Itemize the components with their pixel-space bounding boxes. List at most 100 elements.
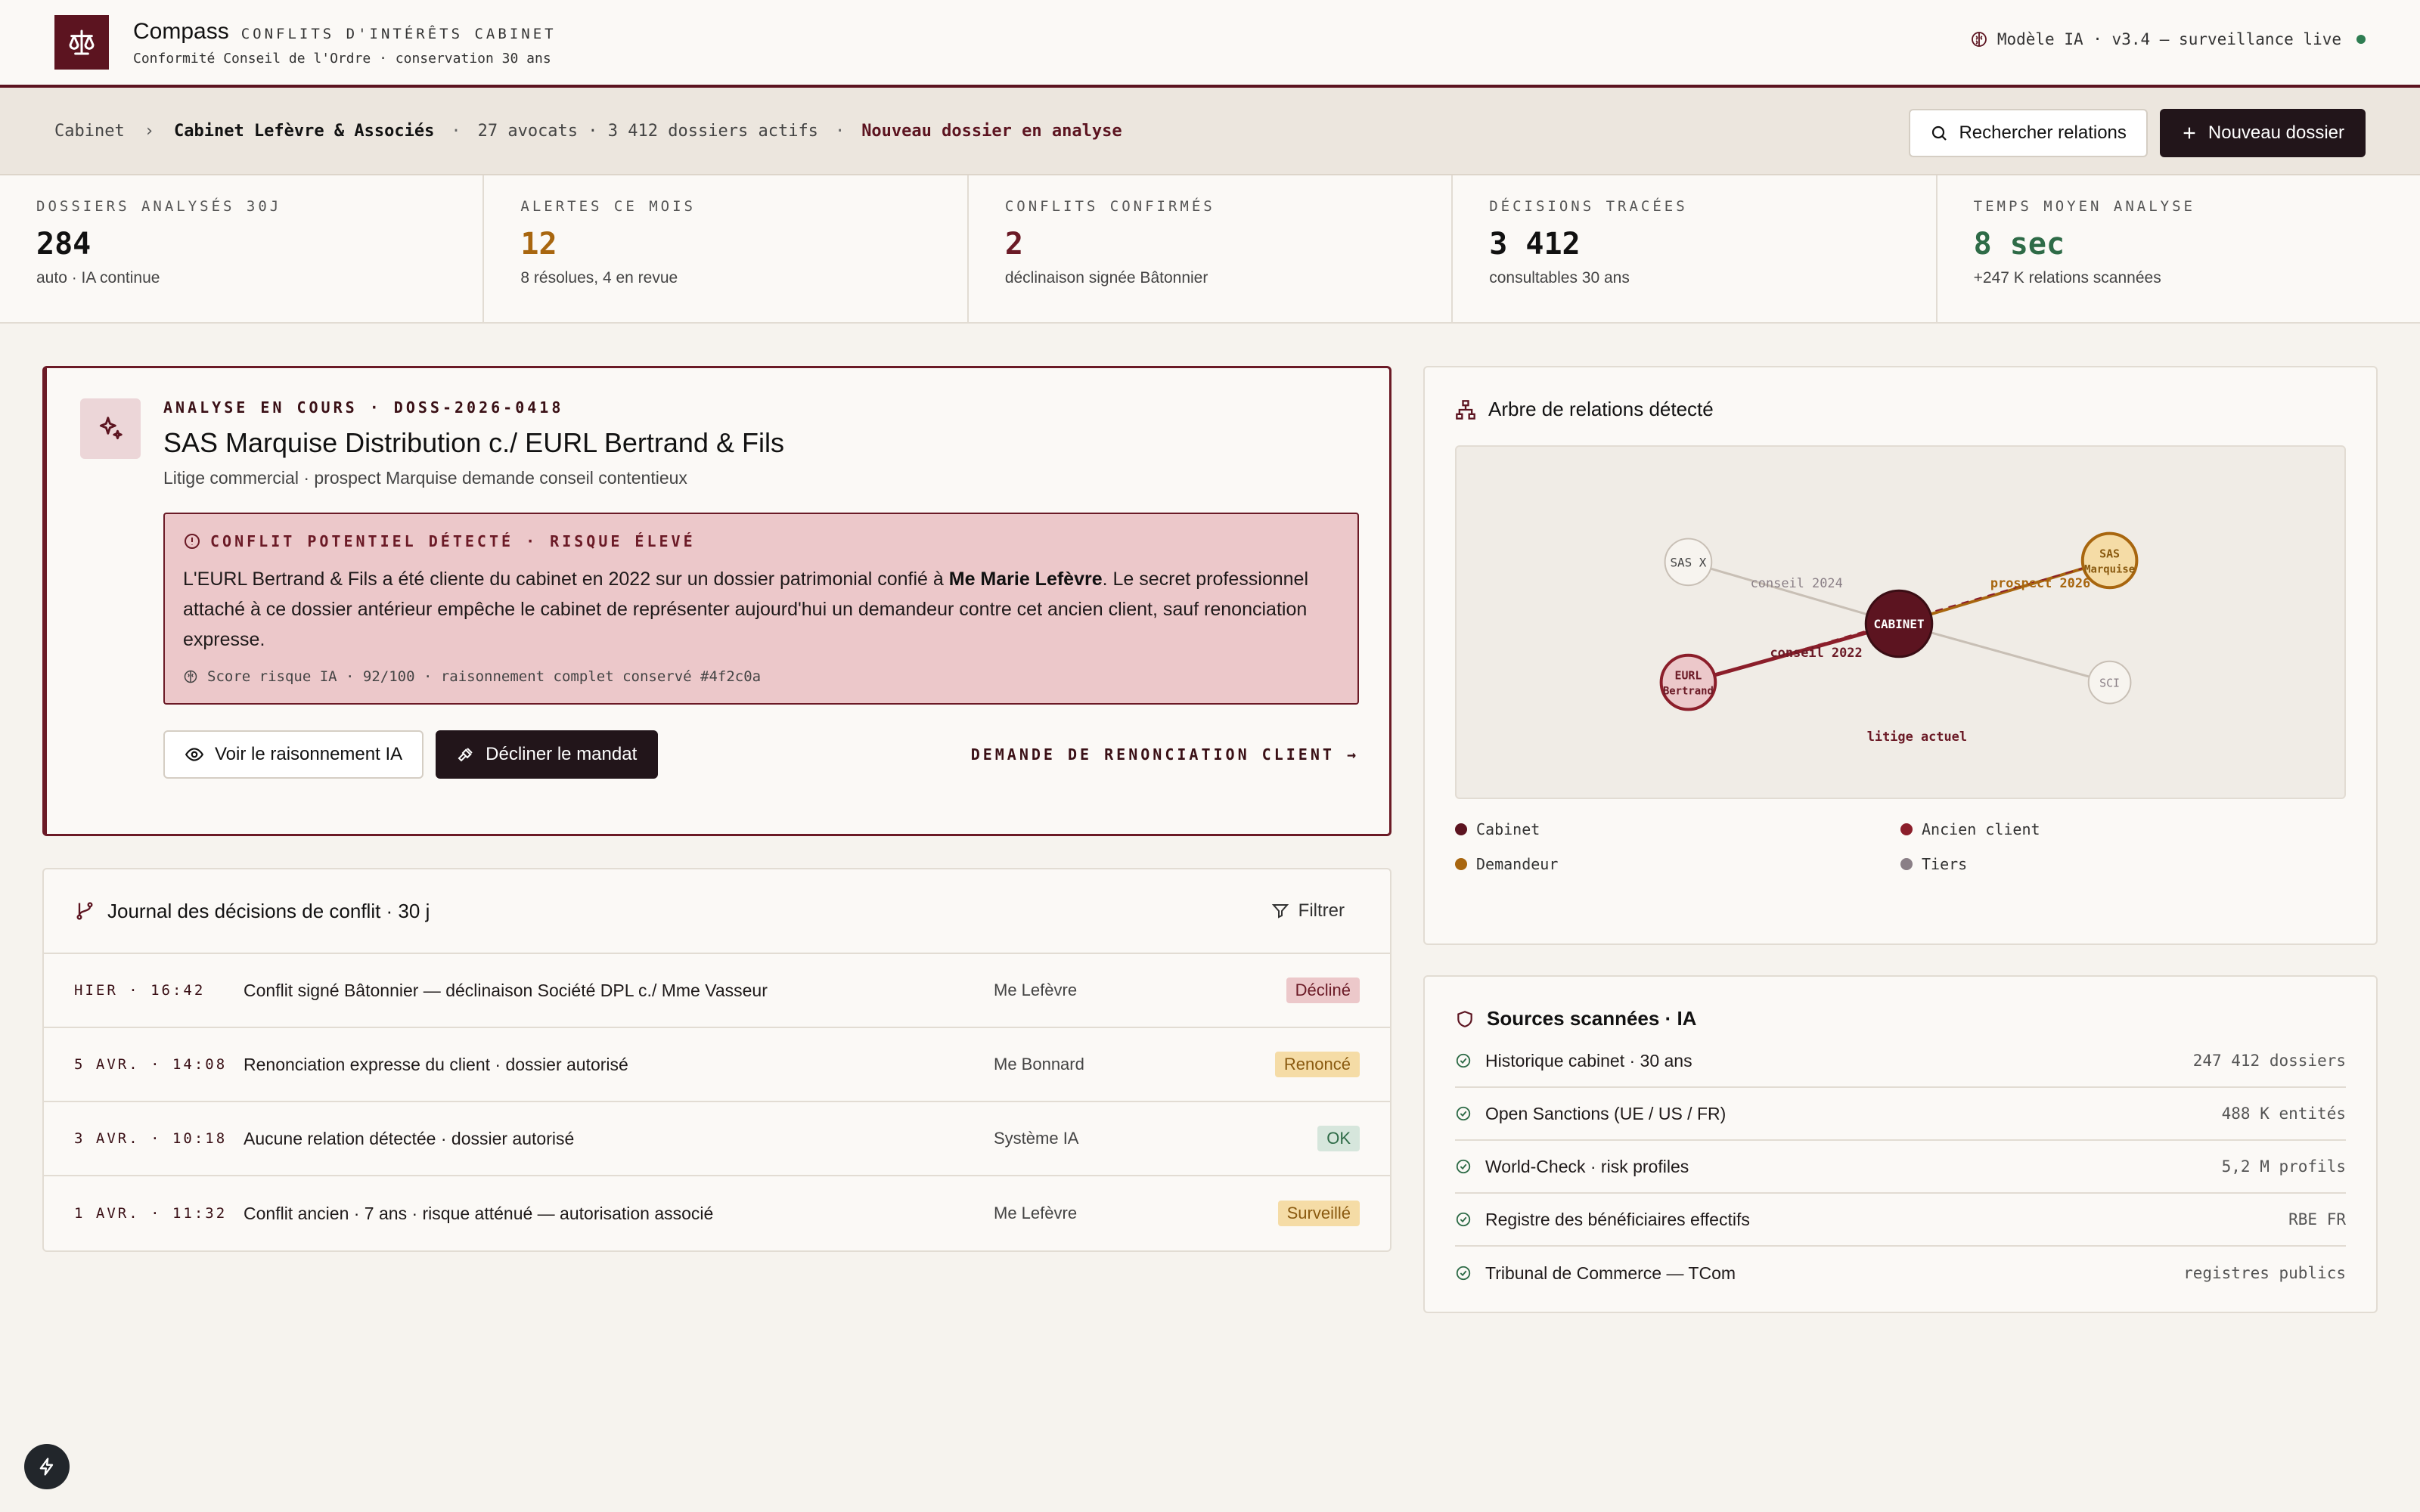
relation-tree-card: Arbre de relations détecté conseil 2024 …: [1423, 366, 2378, 945]
bolt-icon[interactable]: [24, 1444, 70, 1489]
table-row[interactable]: 5 AVR. · 14:08 Renonciation expresse du …: [44, 1028, 1390, 1102]
stat-alertes: ALERTES CE MOIS 12 8 résolues, 4 en revu…: [484, 175, 969, 322]
source-value: 247 412 dossiers: [2192, 1052, 2346, 1070]
brain-icon: [184, 670, 197, 683]
scales-logo-icon: [54, 15, 109, 70]
stat-sub: auto · IA continue: [36, 269, 160, 287]
right-column: Arbre de relations détecté conseil 2024 …: [1423, 366, 2378, 1313]
table-row[interactable]: HIER · 16:42 Conflit signé Bâtonnier — d…: [44, 954, 1390, 1028]
source-row: Historique cabinet · 30 ans 247 412 doss…: [1455, 1035, 2346, 1088]
stat-sub: +247 K relations scannées: [1973, 269, 2161, 287]
conflict-alert: CONFLIT POTENTIEL DÉTECTÉ · RISQUE ÉLEVÉ…: [163, 513, 1359, 705]
node-sas-label-2: Marquise: [2084, 563, 2135, 575]
row-description: Conflit signé Bâtonnier — déclinaison So…: [244, 980, 768, 1000]
row-author: Me Lefèvre: [994, 981, 1078, 999]
node-sasx-label: SAS X: [1670, 555, 1706, 569]
journal-title: Journal des décisions de conflit · 30 j: [107, 899, 430, 922]
check-circle-icon: [1456, 1106, 1471, 1121]
legend-label: Cabinet: [1476, 820, 1540, 838]
separator-dot: ·: [451, 121, 461, 141]
alert-header: CONFLIT POTENTIEL DÉTECTÉ · RISQUE ÉLEVÉ: [183, 532, 1339, 550]
source-row: Open Sanctions (UE / US / FR) 488 K enti…: [1455, 1088, 2346, 1141]
source-value: registres publics: [2183, 1264, 2346, 1282]
filter-button[interactable]: Filtrer: [1271, 900, 1345, 922]
legend-item-cabinet: Cabinet: [1455, 820, 1900, 838]
analysis-eyebrow: ANALYSE EN COURS · DOSS-2026-0418: [163, 398, 564, 417]
toolbar-actions: Rechercher relations Nouveau dossier: [1909, 109, 2366, 157]
legend-label: Ancien client: [1922, 820, 2040, 838]
alert-title: CONFLIT POTENTIEL DÉTECTÉ · RISQUE ÉLEVÉ: [210, 532, 696, 550]
edge-label-litige: litige actuel: [1867, 729, 1967, 744]
legend-dot: [1900, 858, 1913, 870]
decline-mandate-label: Décliner le mandat: [486, 744, 638, 764]
edge-label-conseil-2022: conseil 2022: [1770, 645, 1862, 660]
journal-header: Journal des décisions de conflit · 30 j …: [44, 869, 1390, 954]
source-row: Tribunal de Commerce — TCom registres pu…: [1455, 1247, 2346, 1300]
decline-mandate-button[interactable]: Décliner le mandat: [436, 730, 659, 779]
stat-conflits: CONFLITS CONFIRMÉS 2 déclinaison signée …: [969, 175, 1454, 322]
stat-temps: TEMPS MOYEN ANALYSE 8 sec +247 K relatio…: [1938, 175, 2420, 322]
breadcrumb: Cabinet › Cabinet Lefèvre & Associés · 2…: [0, 88, 2420, 175]
search-icon: [1932, 125, 1947, 141]
legend-label: Tiers: [1922, 855, 1968, 873]
table-row[interactable]: 3 AVR. · 10:18 Aucune relation détectée …: [44, 1102, 1390, 1176]
stat-sub: déclinaison signée Bâtonnier: [1004, 269, 1208, 287]
case-title: SAS Marquise Distribution c./ EURL Bertr…: [163, 427, 784, 458]
node-eurl-label: EURL: [1674, 669, 1702, 683]
breadcrumb-meta: 27 avocats · 3 412 dossiers actifs: [477, 121, 818, 141]
source-row: Registre des bénéficiaires effectifs RBE…: [1455, 1194, 2346, 1247]
row-date: 1 AVR. · 11:32: [74, 1205, 228, 1222]
table-row[interactable]: 1 AVR. · 11:32 Conflit ancien · 7 ans · …: [44, 1176, 1390, 1250]
filter-icon: [1271, 904, 1289, 919]
status-badge: Décliné: [1286, 978, 1360, 1003]
stat-sub: consultables 30 ans: [1489, 269, 1630, 287]
stat-value: 284: [36, 227, 92, 262]
alert-text: L'EURL Bertrand & Fils a été cliente du …: [183, 564, 1339, 655]
relation-tree-graph: conseil 2024 prospect 2026 conseil 2022 …: [1659, 531, 2139, 744]
stats-bar: DOSSIERS ANALYSÉS 30J 284 auto · IA cont…: [0, 175, 2420, 324]
risk-score-text: Score risque IA · 92/100 · raisonnement …: [207, 668, 762, 685]
source-value: 5,2 M profils: [2221, 1157, 2346, 1176]
stat-value: 2: [1004, 227, 1023, 262]
legend-item-ancien-client: Ancien client: [1900, 820, 2346, 838]
sources-header: Sources scannées · IA: [1455, 1007, 2346, 1030]
case-subtitle: Litige commercial · prospect Marquise de…: [163, 468, 687, 488]
legend-item-tiers: Tiers: [1900, 855, 2346, 873]
source-row: World-Check · risk profiles 5,2 M profil…: [1455, 1141, 2346, 1194]
row-description: Conflit ancien · 7 ans · risque atténué …: [244, 1203, 714, 1223]
separator-dot: ·: [834, 121, 845, 141]
renunciation-request-link[interactable]: DEMANDE DE RENONCIATION CLIENT →: [971, 745, 1359, 764]
breadcrumb-alert[interactable]: Nouveau dossier en analyse: [861, 122, 1122, 141]
git-branch-icon: [76, 902, 93, 920]
stat-label: DÉCISIONS TRACÉES: [1489, 198, 1688, 215]
app-header: Compass CONFLITS D'INTÉRÊTS CABINET Conf…: [0, 0, 2420, 88]
tree-title: Arbre de relations détecté: [1488, 398, 1714, 420]
eye-icon: [185, 748, 204, 761]
brand-subtitle: Conformité Conseil de l'Ordre · conserva…: [133, 50, 551, 67]
stat-value: 12: [520, 227, 557, 262]
status-badge: Surveillé: [1277, 1201, 1360, 1226]
node-eurl-label-2: Bertrand: [1663, 686, 1714, 698]
search-relations-button[interactable]: Rechercher relations: [1909, 109, 2148, 157]
view-reasoning-button[interactable]: Voir le raisonnement IA: [163, 730, 424, 779]
tree-legend: Cabinet Ancien client Demandeur Tiers: [1455, 820, 2346, 873]
analysis-body: ANALYSE EN COURS · DOSS-2026-0418 SAS Ma…: [163, 398, 1359, 804]
new-dossier-button[interactable]: Nouveau dossier: [2159, 109, 2366, 157]
stat-label: DOSSIERS ANALYSÉS 30J: [36, 198, 282, 215]
breadcrumb-root[interactable]: Cabinet: [54, 122, 125, 141]
node-sci-label: SCI: [2099, 677, 2120, 690]
breadcrumb-current[interactable]: Cabinet Lefèvre & Associés: [174, 122, 434, 141]
status-badge: Renoncé: [1274, 1052, 1360, 1077]
source-name: Registre des bénéficiaires effectifs: [1485, 1209, 1750, 1229]
plus-icon: [2183, 127, 2195, 139]
status-badge: OK: [1317, 1126, 1360, 1151]
check-circle-icon: [1456, 1159, 1471, 1174]
stat-label: TEMPS MOYEN ANALYSE: [1973, 198, 2195, 215]
relation-tree-canvas[interactable]: conseil 2024 prospect 2026 conseil 2022 …: [1455, 445, 2346, 799]
edge-label-conseil-2024: conseil 2024: [1751, 575, 1843, 590]
new-dossier-label: Nouveau dossier: [2207, 122, 2344, 143]
sparkles-icon: [80, 398, 141, 459]
stat-dossiers: DOSSIERS ANALYSÉS 30J 284 auto · IA cont…: [0, 175, 485, 322]
tree-header: Arbre de relations détecté: [1455, 398, 2346, 421]
decision-journal: Journal des décisions de conflit · 30 j …: [42, 868, 1392, 1252]
